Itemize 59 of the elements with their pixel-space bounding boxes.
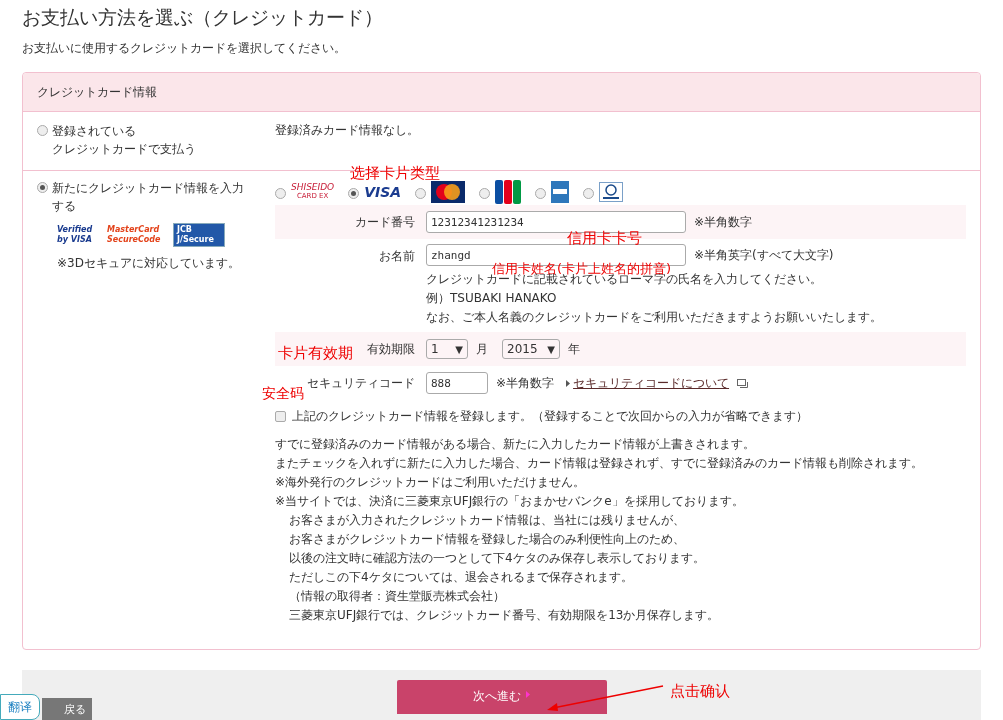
field-hint: ※半角数字 — [694, 213, 753, 231]
notice-text: ※当サイトでは、決済に三菱東京UFJ銀行の「おまかせバンクe」を採用しております。 — [275, 493, 745, 510]
month-select[interactable]: 1 ▼ — [426, 339, 468, 359]
translate-button[interactable]: 翻译 — [0, 694, 40, 720]
no-card-note: 登録済みカード情報なし。 — [275, 123, 419, 137]
name-note: 例）TSUBAKI HANAKO — [426, 290, 558, 307]
next-button[interactable]: 次へ進む — [396, 680, 607, 714]
secure-note: ※3Dセキュアに対応しています。 — [57, 255, 241, 272]
notice-text: またチェックを入れずに新たに入力した場合、カード情報は登録されず、すでに登録済みのカード情報も削除されます。 — [275, 455, 924, 472]
back-button[interactable]: 戻る — [42, 698, 92, 720]
field-label: お名前 — [379, 249, 415, 263]
option-label[interactable]: クレジットカードで支払う — [52, 140, 252, 158]
notice-text: ※海外発行のクレジットカードはご利用いただけません。 — [275, 474, 587, 491]
notice-text: お客さまがクレジットカード情報を登録した場合のみ利便性向上のため、 — [288, 531, 686, 548]
annotation-text: 选择卡片类型 — [350, 164, 440, 182]
radio-button[interactable] — [348, 188, 360, 199]
new-window-icon — [737, 378, 749, 388]
annotation-text: 安全码 — [262, 384, 304, 402]
notice-text: 以後の注文時に確認方法の一つとして下4ケタのみ保存し表示しております。 — [288, 550, 706, 567]
radio-button[interactable] — [37, 182, 48, 193]
verified-by-visa-logo: Verified by VISA — [57, 225, 94, 245]
page-subtitle: お支払いに使用するクレジットカードを選択してください。 — [22, 40, 347, 56]
checkbox[interactable] — [275, 411, 286, 422]
page-title: お支払い方法を選ぶ（クレジットカード） — [21, 5, 384, 30]
year-unit: 年 — [568, 340, 580, 358]
annotation-text: 点击确认 — [670, 682, 730, 700]
name-note: なお、ご本人名義のクレジットカードをご利用いただきますようお願いいたします。 — [426, 309, 882, 326]
option-label[interactable]: 登録されている — [52, 122, 252, 140]
month-unit: 月 — [476, 340, 488, 358]
year-select[interactable]: 2015 ▼ — [502, 339, 560, 359]
notice-text: ただしこの下4ケタについては、退会されるまで保存されます。 — [288, 569, 634, 586]
option-label[interactable]: 新たにクレジットカード情報を入力する — [52, 179, 252, 215]
caret-icon — [526, 691, 530, 698]
field-hint: ※半角数字 — [496, 374, 555, 392]
radio-button[interactable] — [275, 188, 286, 199]
field-label: カード番号 — [355, 214, 415, 229]
panel-title: クレジットカード情報 — [37, 83, 157, 101]
notice-text: （情報の取得者：資生堂販売株式会社） — [288, 588, 506, 605]
radio-button[interactable] — [37, 125, 48, 136]
notice-text: お客さまが入力されたクレジットカード情報は、当社には残りませんが、 — [288, 512, 686, 529]
radio-button[interactable] — [535, 188, 547, 199]
notice-text: 三菱東京UFJ銀行では、クレジットカード番号、有効期限を13か月保存します。 — [288, 607, 721, 624]
caret-icon — [566, 379, 571, 387]
radio-button[interactable] — [583, 188, 595, 199]
jcb-icon — [495, 180, 522, 204]
radio-button[interactable] — [415, 188, 427, 199]
field-label: セキュリティコード — [307, 375, 415, 390]
mastercard-icon — [431, 181, 466, 203]
field-hint: ※半角英字(すべて大文字) — [694, 246, 834, 264]
mastercard-securecode-logo: MasterCard SecureCode — [107, 225, 162, 245]
field-label: 有効期限 — [367, 341, 415, 356]
visa-logo: VISA — [364, 184, 402, 200]
save-card-label[interactable]: 上記のクレジットカード情報を登録します。（登録することで次回からの入力が省略できます） — [292, 408, 808, 425]
radio-button[interactable] — [479, 188, 491, 199]
security-code-link[interactable]: セキュリティコードについて — [573, 374, 730, 392]
jcb-secure-logo: JCB J/Secure — [173, 223, 225, 247]
security-code-field[interactable]: 888 — [426, 372, 488, 394]
annotation-text: 卡片有效期 — [278, 344, 353, 362]
notice-text: すでに登録済みのカード情報がある場合、新たに入力したカード情報が上書きされます。 — [275, 436, 756, 453]
